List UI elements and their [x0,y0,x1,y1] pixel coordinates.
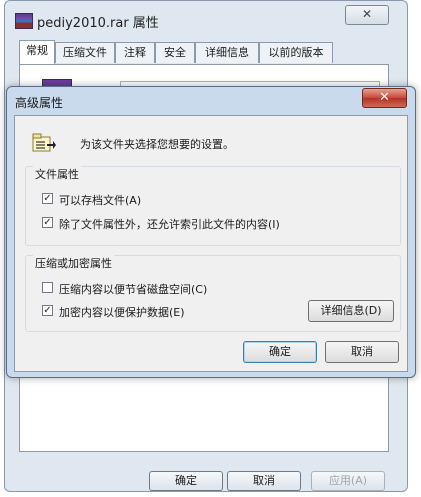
dialog-close-button[interactable]: ✕ [362,88,407,108]
details-button[interactable]: 详细信息(D) [308,300,394,322]
compress-encrypt-group: 压缩或加密属性 压缩内容以便节省磁盘空间(C) ✓ 加密内容以便保护数据(E) … [25,255,401,332]
cancel-button[interactable]: 取消 [325,341,399,363]
archive-checkbox[interactable]: ✓ [42,193,53,204]
encrypt-checkbox[interactable]: ✓ [42,305,53,316]
tab-comment[interactable]: 注释 [115,42,155,63]
tab-archive[interactable]: 压缩文件 [55,42,115,63]
tab-details[interactable]: 详细信息 [195,42,259,63]
archive-properties-close-button[interactable]: ✕ [345,5,389,25]
advanced-attributes-dialog: 高级属性 ✕ 为该文件夹选择您想要的设置。 文件属性 ✓ 可以存档文件(A) ✓… [6,86,416,378]
dialog-instruction: 为该文件夹选择您想要的设置。 [80,138,234,151]
rar-file-icon [15,13,33,29]
tab-security[interactable]: 安全 [155,42,195,63]
archive-properties-titlebar: pediy2010.rar 属性 ✕ [5,1,407,37]
compress-checkbox[interactable] [42,282,53,293]
compress-checkbox-label: 压缩内容以便节省磁盘空间(C) [59,283,208,296]
back-ok-button[interactable]: 确定 [149,471,223,491]
archive-properties-title: pediy2010.rar 属性 [37,16,159,31]
back-cancel-button[interactable]: 取消 [227,471,301,491]
index-checkbox-label: 除了文件属性外，还允许索引此文件的内容(I) [59,218,280,231]
ok-button[interactable]: 确定 [243,341,317,363]
back-apply-button[interactable]: 应用(A) [311,471,385,491]
dialog-title: 高级属性 [15,96,64,110]
encrypt-checkbox-label: 加密内容以便保护数据(E) [59,306,185,319]
archive-checkbox-label: 可以存档文件(A) [59,194,142,207]
tab-general[interactable]: 常规 [19,40,55,64]
file-attributes-group: 文件属性 ✓ 可以存档文件(A) ✓ 除了文件属性外，还允许索引此文件的内容(I… [25,166,401,246]
compress-encrypt-label: 压缩或加密属性 [33,255,114,271]
file-attributes-label: 文件属性 [33,166,81,182]
folder-settings-icon [32,133,56,152]
tab-previous-versions[interactable]: 以前的版本 [259,42,333,63]
index-checkbox[interactable]: ✓ [42,217,53,228]
dialog-body: 为该文件夹选择您想要的设置。 文件属性 ✓ 可以存档文件(A) ✓ 除了文件属性… [14,115,408,372]
